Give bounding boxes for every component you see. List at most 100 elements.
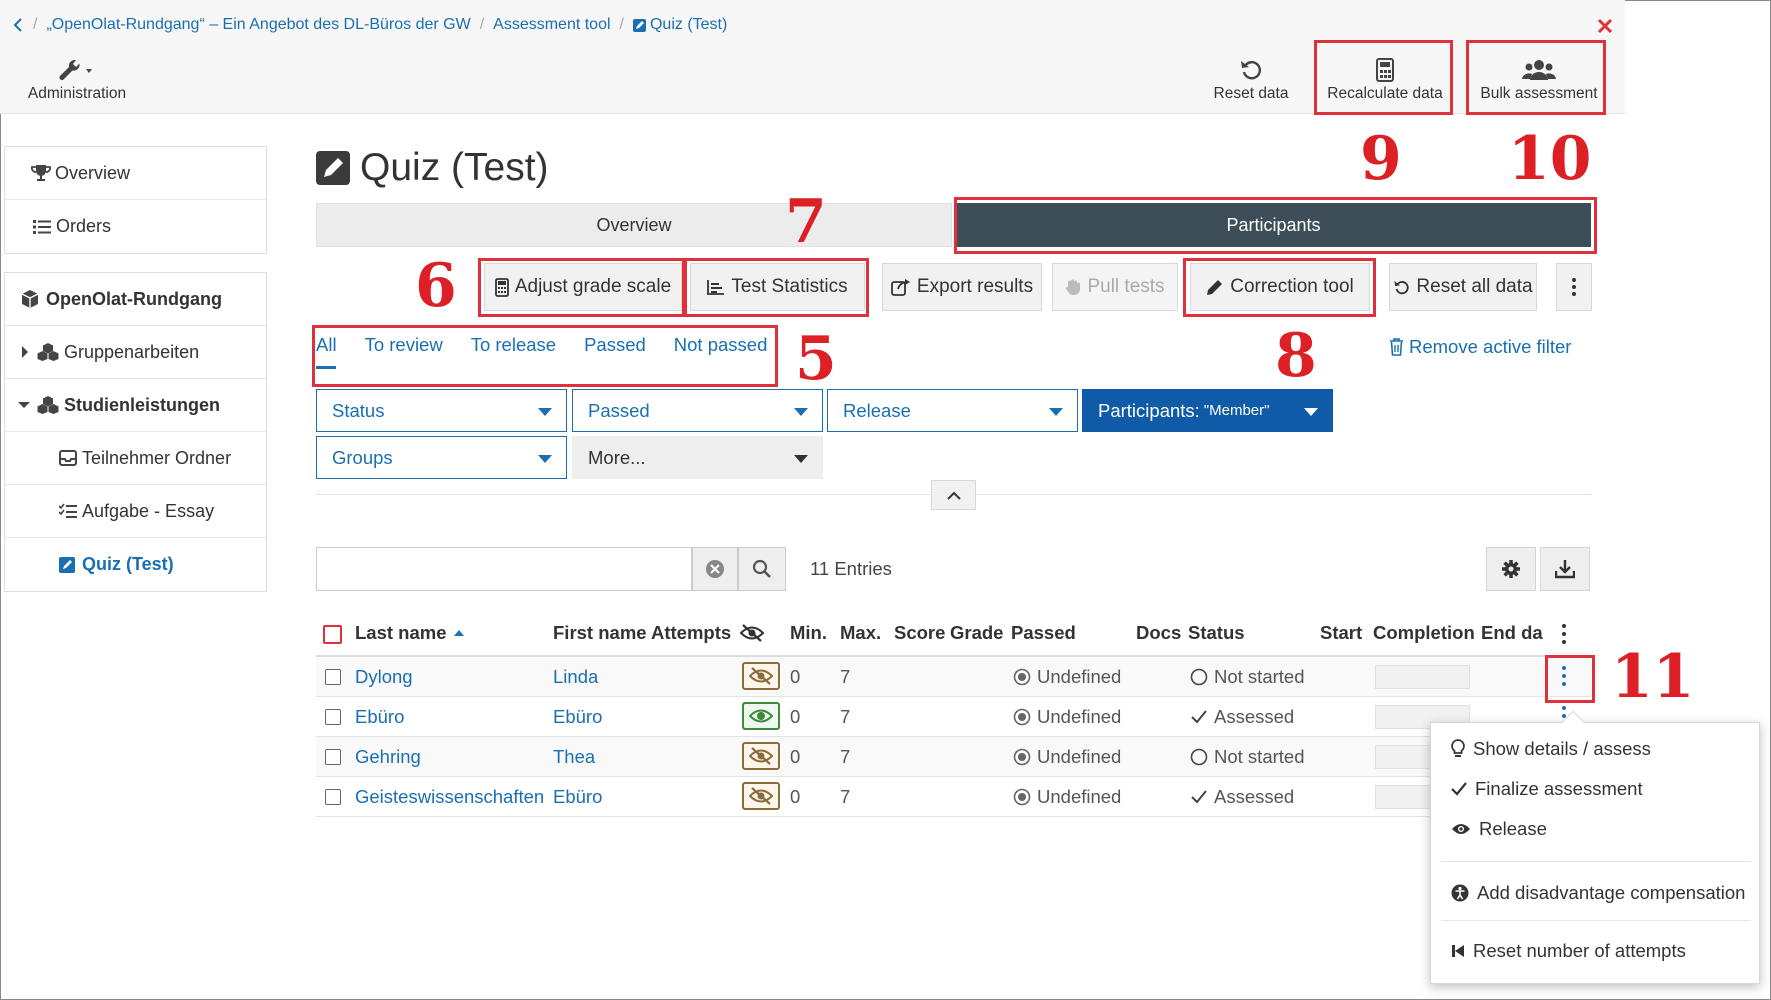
groups-filter[interactable]: Groups — [316, 436, 567, 479]
menu-item-label: Finalize assessment — [1475, 778, 1643, 799]
status-filter[interactable]: Status — [316, 389, 567, 432]
participants-filter[interactable]: Participants: "Member" — [1082, 389, 1333, 432]
column-header-grade[interactable]: Grade — [950, 622, 1003, 644]
administration-menu[interactable]: Administration — [22, 44, 132, 114]
column-header-min[interactable]: Min. — [790, 622, 827, 644]
reset-data-button[interactable]: Reset data — [1208, 44, 1294, 114]
filter-label: Passed — [588, 399, 650, 421]
breadcrumb-course-link[interactable]: „OpenOlat-Rundgang“ – Ein Angebot des DL… — [46, 16, 470, 34]
export-results-button[interactable]: Export results — [882, 263, 1042, 311]
sidebar-item-quiz-active[interactable]: Quiz (Test) — [5, 538, 266, 591]
column-header-max[interactable]: Max. — [840, 622, 881, 644]
row-checkbox[interactable] — [325, 709, 341, 725]
passed-label: Undefined — [1037, 746, 1122, 767]
column-header-score[interactable]: Score — [894, 622, 945, 644]
filter-label: Groups — [332, 446, 393, 468]
menu-item-finalize[interactable]: Finalize assessment — [1431, 769, 1759, 809]
column-options-button[interactable] — [1562, 624, 1566, 649]
passed-label: Undefined — [1037, 786, 1122, 807]
column-header-docs[interactable]: Docs — [1136, 622, 1181, 644]
row-checkbox[interactable] — [325, 669, 341, 685]
menu-item-show-details[interactable]: Show details / assess — [1431, 729, 1759, 769]
remove-active-filter-link[interactable]: Remove active filter — [1389, 336, 1571, 358]
annotation-number-9: 9 — [1360, 124, 1402, 194]
sidebar-course-root[interactable]: OpenOlat-Rundgang — [5, 273, 266, 326]
last-name-link[interactable]: Dylong — [355, 666, 413, 688]
status-cell: Assessed — [1190, 786, 1294, 808]
hand-icon — [1065, 278, 1081, 296]
segment-overview[interactable]: Overview — [316, 203, 952, 247]
close-icon[interactable] — [1597, 18, 1613, 34]
visibility-toggle[interactable] — [742, 782, 780, 810]
first-name-link[interactable]: Thea — [553, 746, 595, 768]
row-checkbox[interactable] — [325, 789, 341, 805]
table-row[interactable]: Dylong Linda 0 7 Undefined Not started — [316, 657, 1591, 697]
caret-down-icon — [1304, 408, 1318, 416]
first-name-link[interactable]: Linda — [553, 666, 598, 688]
clear-search-button[interactable] — [692, 547, 738, 591]
more-filters-button[interactable]: More... — [572, 436, 823, 479]
column-header-passed[interactable]: Passed — [1011, 622, 1076, 644]
menu-item-disadvantage-compensation[interactable]: Add disadvantage compensation — [1431, 873, 1759, 913]
back-chevron-icon[interactable] — [12, 17, 24, 33]
column-label: Last name — [355, 622, 447, 643]
table-row[interactable]: Gehring Thea 0 7 Undefined Not started — [316, 737, 1591, 777]
pull-tests-button[interactable]: Pull tests — [1052, 263, 1178, 311]
table-row[interactable]: Geisteswissenschaften Ebüro 0 7 Undefine… — [316, 777, 1591, 817]
max-value: 7 — [840, 746, 851, 767]
column-header-attempts[interactable]: Attempts — [651, 622, 731, 644]
visibility-toggle[interactable] — [742, 742, 780, 770]
column-header-last-name[interactable]: Last name — [355, 622, 465, 644]
sidebar-item-studienleistungen[interactable]: Studienleistungen — [5, 379, 266, 432]
caret-down-icon[interactable] — [17, 401, 31, 409]
column-header-first-name[interactable]: First name — [553, 622, 647, 644]
breadcrumb-current[interactable]: Quiz (Test) — [650, 16, 727, 34]
sidebar-item-label: Quiz (Test) — [82, 554, 174, 574]
column-header-end-date[interactable]: End dat — [1481, 622, 1543, 644]
select-all-checkbox[interactable] — [323, 625, 342, 644]
sidebar-item-label: Teilnehmer Ordner — [82, 447, 232, 468]
table-settings-button[interactable] — [1486, 547, 1536, 591]
column-header-status[interactable]: Status — [1188, 622, 1245, 644]
row-checkbox[interactable] — [325, 749, 341, 765]
table-row[interactable]: Ebüro Ebüro 0 7 Undefined Assessed — [316, 697, 1591, 737]
sidebar-item-overview[interactable]: Overview — [5, 147, 266, 200]
sidebar-item-teilnehmer-ordner[interactable]: Teilnehmer Ordner — [5, 432, 266, 485]
collapse-filters-button[interactable] — [931, 480, 976, 510]
column-header-completion[interactable]: Completion — [1373, 622, 1475, 644]
search-button[interactable] — [738, 547, 786, 591]
caret-right-icon[interactable] — [21, 345, 29, 359]
sidebar-item-orders[interactable]: Orders — [5, 200, 266, 253]
breadcrumb-tool-link[interactable]: Assessment tool — [493, 16, 610, 34]
empty-circle-icon — [1190, 748, 1208, 766]
last-name-link[interactable]: Gehring — [355, 746, 421, 768]
sidebar-item-aufgabe-essay[interactable]: Aufgabe - Essay — [5, 485, 266, 538]
menu-divider — [1441, 861, 1751, 862]
row-context-menu: Show details / assess Finalize assessmen… — [1430, 710, 1760, 984]
visibility-toggle[interactable] — [742, 702, 780, 730]
menu-divider — [1441, 920, 1751, 921]
breadcrumb-separator: / — [619, 16, 624, 33]
visibility-toggle[interactable] — [742, 662, 780, 690]
check-icon — [1190, 789, 1208, 805]
sidebar-course-tree: OpenOlat-Rundgang Gruppenarbeiten Studie… — [4, 272, 267, 592]
accessibility-icon — [1451, 884, 1469, 902]
first-name-link[interactable]: Ebüro — [553, 786, 602, 808]
menu-item-release[interactable]: Release — [1431, 809, 1759, 849]
column-header-start[interactable]: Start — [1320, 622, 1362, 644]
search-input[interactable] — [316, 547, 692, 591]
download-button[interactable] — [1540, 547, 1590, 591]
passed-cell: Undefined — [1013, 666, 1121, 688]
sidebar-item-gruppenarbeiten[interactable]: Gruppenarbeiten — [5, 326, 266, 379]
undo-icon — [1393, 279, 1410, 296]
reset-all-data-button[interactable]: Reset all data — [1389, 263, 1537, 311]
menu-item-reset-attempts[interactable]: Reset number of attempts — [1431, 931, 1759, 971]
last-name-link[interactable]: Geisteswissenschaften — [355, 786, 544, 808]
first-name-link[interactable]: Ebüro — [553, 706, 602, 728]
last-name-link[interactable]: Ebüro — [355, 706, 404, 728]
passed-filter[interactable]: Passed — [572, 389, 823, 432]
more-actions-button[interactable] — [1556, 263, 1592, 311]
release-filter[interactable]: Release — [827, 389, 1078, 432]
menu-item-label: Release — [1479, 818, 1547, 839]
column-header-visibility[interactable] — [740, 624, 764, 647]
